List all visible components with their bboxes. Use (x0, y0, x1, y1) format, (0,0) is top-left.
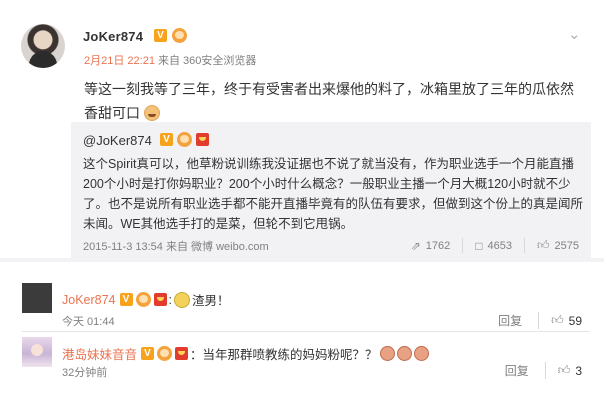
reply-button[interactable]: 回复 (498, 312, 540, 329)
comment-divider (22, 331, 590, 332)
comment-like-count: 59 (568, 313, 582, 328)
comment-separator: : (168, 292, 172, 307)
author-avatar[interactable] (21, 24, 65, 68)
comment-count-button[interactable]: □ 4653 (462, 238, 512, 253)
verified-badge-icon[interactable]: V (141, 347, 155, 360)
commenter-badges: V (141, 346, 189, 361)
section-divider (0, 258, 604, 262)
comment-like-button[interactable]: 👍︎ 59 (551, 313, 582, 328)
comment-like-button[interactable]: 👍︎ 3 (558, 363, 582, 378)
thumbs-up-icon: 👍︎ (551, 313, 564, 327)
weibo-post: JoKer874 V ⌄ 2月21日 22:21 来自 360安全浏览器 等这一… (0, 0, 604, 258)
author-badges: V (154, 28, 187, 43)
repost-author-name[interactable]: @JoKer874 (83, 133, 152, 148)
repost-text: 这个Spirit真可以，他草粉说训练我没证据也不说了就当没有，作为职业选手一个月… (83, 157, 584, 231)
vip-member-icon[interactable] (177, 132, 192, 147)
vip-member-icon[interactable] (172, 28, 187, 43)
repost-author-badges: V (160, 132, 209, 147)
comment-text: 当年那群喷教练的妈妈粉呢？？ (202, 348, 378, 362)
verified-badge-icon[interactable]: V (119, 293, 133, 306)
pig-emoji-icon (396, 346, 412, 361)
comment-separator: ： (190, 348, 203, 362)
pig-emoji-icon (379, 346, 395, 361)
post-text: 等这一刻我等了三年，终于有受害者出来爆他的料了，冰箱里放了三年的瓜依然香甜可口 (84, 77, 584, 125)
comment-text: 渣男！ (192, 294, 230, 308)
smile-emoji-icon (143, 105, 160, 121)
commenter-name[interactable]: JoKer874 (62, 293, 116, 307)
comment-time: 今天 01:44 (62, 316, 115, 328)
repost-meta[interactable]: 2015-11-3 13:54 来自 微博 weibo.com (83, 241, 269, 253)
comment-icon: □ (475, 238, 483, 253)
repost-stats: ⇗ 1762 □ 4653 👍︎ 2575 (399, 238, 579, 253)
chevron-down-icon[interactable]: ⌄ (568, 25, 581, 43)
commenter-badges: V (119, 292, 167, 307)
red-medal-icon[interactable] (175, 347, 189, 360)
comment-time: 32分钟前 (62, 367, 108, 379)
vip-member-icon[interactable] (135, 292, 151, 307)
post-author-name[interactable]: JoKer874 (83, 29, 143, 44)
comment-actions: 回复 👍︎ 3 (505, 362, 582, 379)
post-date[interactable]: 2月21日 22:21 (84, 55, 155, 67)
pig-emoji-icon (413, 346, 429, 361)
comment-line: 港岛妹妹音音 V ： 当年那群喷教练的妈妈粉呢？？ (62, 344, 429, 363)
repost-count-button[interactable]: ⇗ 1762 (399, 238, 451, 253)
commenter-avatar[interactable] (22, 337, 52, 367)
comment-actions: 回复 👍︎ 59 (498, 312, 582, 329)
post-source: 来自 360安全浏览器 (158, 55, 257, 67)
comment-like-count: 3 (575, 363, 582, 378)
comment-count: 4653 (487, 239, 512, 252)
verified-badge-icon[interactable]: V (154, 29, 167, 42)
red-medal-icon[interactable] (153, 293, 167, 306)
repost-count: 1762 (425, 239, 451, 252)
commenter-name[interactable]: 港岛妹妹音音 (62, 344, 137, 363)
vip-member-icon[interactable] (157, 346, 173, 361)
reposted-content: @JoKer874 V 这个Spirit真可以，他草粉说训练我没证据也不说了就当… (71, 122, 591, 258)
like-count-button[interactable]: 👍︎ 2575 (523, 238, 579, 253)
share-icon: ⇗ (410, 238, 421, 253)
thumbs-up-icon: 👍︎ (557, 363, 571, 377)
post-meta: 2月21日 22:21 来自 360安全浏览器 (84, 52, 256, 68)
like-count: 2575 (554, 239, 579, 252)
cat-emoji-icon (174, 291, 190, 308)
repost-footer: 2015-11-3 13:54 来自 微博 weibo.com ⇗ 1762 □… (83, 238, 579, 254)
thumbs-up-icon: 👍︎ (536, 238, 550, 252)
commenter-avatar[interactable] (22, 283, 52, 313)
red-medal-icon[interactable] (196, 133, 209, 146)
comment-line: JoKer874 V : 渣男！ (62, 290, 230, 309)
reply-button[interactable]: 回复 (505, 362, 546, 379)
verified-badge-icon[interactable]: V (160, 133, 173, 146)
